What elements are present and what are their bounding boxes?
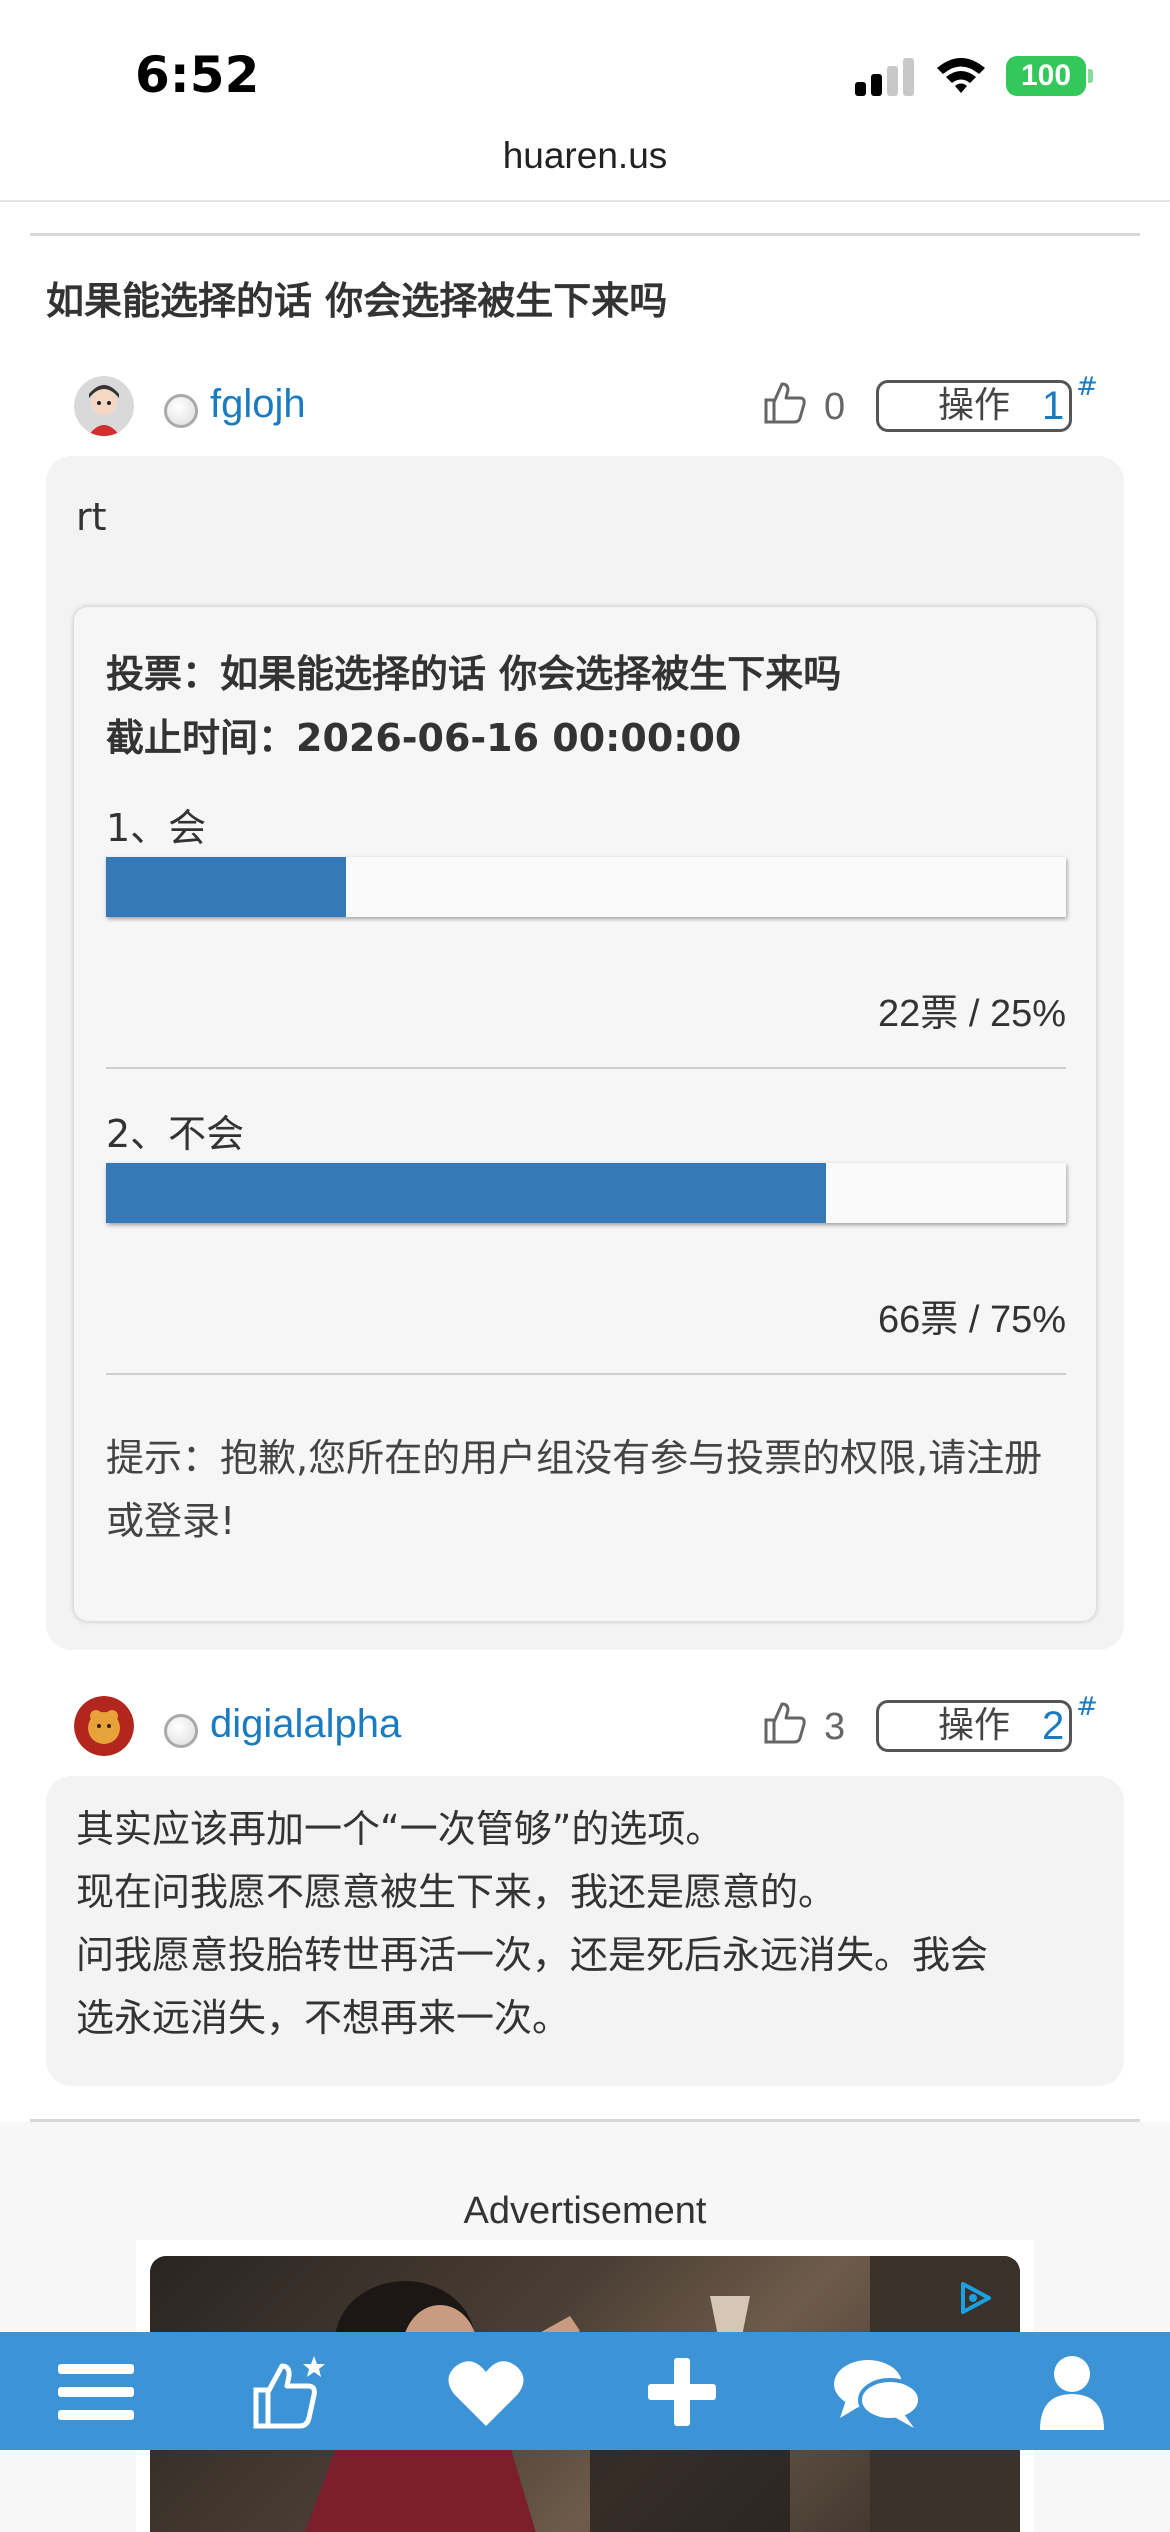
poll-box: 投票：如果能选择的话 你会选择被生下来吗 截止时间：2026-06-16 00:… <box>74 607 1096 1621</box>
divider <box>30 233 1140 236</box>
poll-title: 投票：如果能选择的话 你会选择被生下来吗 <box>106 652 842 696</box>
ad-label: Advertisement <box>463 2190 707 2232</box>
poll-bar-fill <box>106 857 346 917</box>
floor-mark: # <box>1076 1692 1098 1722</box>
chat-bubbles-icon[interactable] <box>832 2354 922 2430</box>
floor-number[interactable]: 2 <box>1042 1704 1064 1749</box>
battery-icon: 100 <box>1006 56 1086 96</box>
online-status-icon <box>164 394 198 428</box>
ad-choices-icon[interactable] <box>955 2278 995 2318</box>
url-divider <box>0 200 1170 202</box>
plus-icon[interactable] <box>642 2354 722 2430</box>
bottom-nav <box>0 2332 1170 2450</box>
post-body: 其实应该再加一个“一次管够”的选项。 现在问我愿不愿意被生下来，我还是愿意的。 … <box>46 1776 1124 2086</box>
poll-divider <box>106 1373 1066 1375</box>
like-count: 0 <box>824 386 846 428</box>
thread-title: 如果能选择的话 你会选择被生下来吗 <box>46 279 668 323</box>
battery-tip <box>1088 69 1093 83</box>
poll-divider <box>106 1067 1066 1069</box>
poll-vote-result: 22票 / 25% <box>878 993 1066 1035</box>
menu-icon[interactable] <box>56 2354 136 2430</box>
avatar[interactable] <box>74 1696 134 1756</box>
username[interactable]: digialalpha <box>210 1702 401 1747</box>
status-time: 6:52 <box>135 46 260 104</box>
post-text: rt <box>76 495 107 539</box>
floor-mark: # <box>1076 372 1098 402</box>
thumbs-up-icon[interactable] <box>762 380 808 426</box>
username[interactable]: fglojh <box>210 382 306 427</box>
poll-bar-track <box>106 857 1066 917</box>
poll-bar-track <box>106 1163 1066 1223</box>
cellular-signal-icon <box>855 58 915 96</box>
poll-bar-fill <box>106 1163 826 1223</box>
poll-deadline: 截止时间：2026-06-16 00:00:00 <box>106 716 742 760</box>
poll-option-label: 2、不会 <box>106 1112 245 1156</box>
poll-tip: 提示：抱歉,您所在的用户组没有参与投票的权限,请注册或登录! <box>106 1436 1043 1543</box>
thumbs-up-star-icon[interactable] <box>252 2354 332 2430</box>
floor-number[interactable]: 1 <box>1042 384 1064 429</box>
online-status-icon <box>164 1714 198 1748</box>
user-icon[interactable] <box>1032 2354 1112 2430</box>
wifi-icon <box>937 58 985 93</box>
url-bar[interactable]: huaren.us <box>0 135 1170 177</box>
poll-vote-result: 66票 / 75% <box>878 1299 1066 1341</box>
post-header: digialalpha 3 操作 2 # <box>46 1686 1146 1766</box>
poll-option-label: 1、会 <box>106 806 207 850</box>
post-header: fglojh 0 操作 1 # <box>46 366 1146 446</box>
thumbs-up-icon[interactable] <box>762 1700 808 1746</box>
avatar[interactable] <box>74 376 134 436</box>
status-bar: 6:52 100 <box>0 0 1170 140</box>
post-text: 其实应该再加一个“一次管够”的选项。 现在问我愿不愿意被生下来，我还是愿意的。 … <box>76 1807 989 2040</box>
heart-icon[interactable] <box>446 2354 526 2430</box>
ad-area: Advertisement <box>0 2122 1170 2532</box>
like-count: 3 <box>824 1706 846 1748</box>
